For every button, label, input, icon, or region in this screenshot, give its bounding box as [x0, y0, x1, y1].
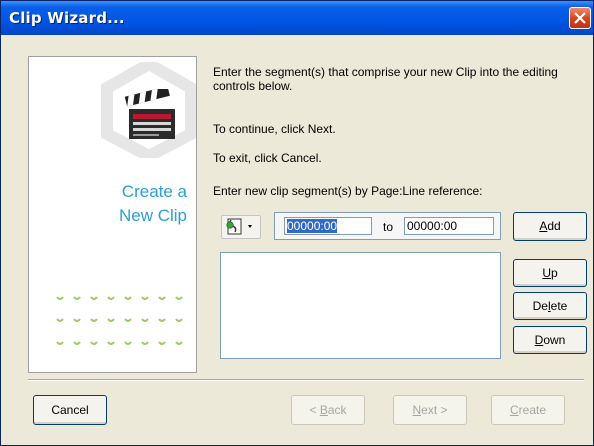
reference-picker-button[interactable] — [221, 215, 261, 239]
segment-end-field[interactable]: 00000:00 — [404, 217, 494, 235]
continue-text: To continue, click Next. — [213, 122, 336, 136]
decorative-dots-row — [56, 318, 183, 322]
segment-start-field[interactable]: 00000:00 — [284, 217, 372, 235]
down-button[interactable]: Down — [513, 326, 587, 354]
title-bar: Clip Wizard... — [1, 1, 593, 35]
window-title: Clip Wizard... — [9, 9, 125, 27]
exit-text: To exit, click Cancel. — [213, 151, 322, 165]
chevron-down-icon — [248, 225, 252, 228]
to-label: to — [383, 220, 394, 234]
intro-text: Enter the segment(s) that comprise your … — [213, 65, 558, 93]
page-reference-icon — [226, 218, 252, 235]
side-title-line1: Create a — [121, 182, 187, 201]
close-button[interactable] — [569, 7, 591, 29]
decorative-dots-row — [56, 296, 183, 300]
footer-separator — [28, 379, 584, 381]
delete-button[interactable]: Delete — [513, 292, 587, 320]
add-button[interactable]: Add — [513, 212, 587, 241]
wizard-side-panel: Create a New Clip — [28, 56, 197, 373]
segments-list[interactable] — [220, 252, 501, 359]
clapperboard-icon — [124, 89, 175, 139]
up-button[interactable]: Up — [513, 259, 587, 287]
segment-prompt-label: Enter new clip segment(s) by Page:Line r… — [213, 184, 483, 198]
next-button[interactable]: Next > — [393, 395, 467, 425]
decorative-dots-row — [56, 341, 183, 345]
clip-wizard-dialog: Clip Wizard... Create a New Clip Enter t… — [0, 0, 594, 446]
side-title-line2: New Clip — [118, 206, 187, 225]
create-button[interactable]: Create — [491, 395, 565, 425]
back-button[interactable]: < Back — [291, 395, 365, 425]
close-icon — [574, 12, 586, 24]
cancel-button[interactable]: Cancel — [33, 395, 107, 425]
